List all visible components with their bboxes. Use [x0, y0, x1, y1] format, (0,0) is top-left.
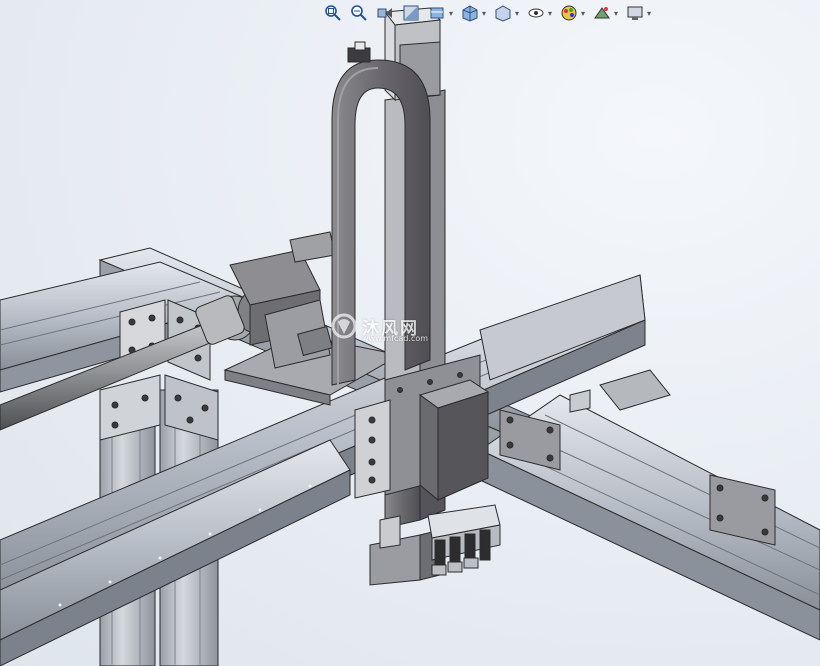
chevron-down-icon[interactable]: ▾ [515, 9, 521, 18]
chevron-down-icon[interactable]: ▾ [449, 9, 455, 18]
previous-view-button[interactable] [374, 3, 396, 23]
hide-show-items-icon [528, 8, 544, 18]
view-orientation-button[interactable] [459, 3, 481, 23]
apply-scene-button[interactable] [591, 3, 613, 23]
edit-appearance-icon [561, 5, 577, 21]
heads-up-view-toolbar: ▾ ▾ ▾ ▾ ▾ ▾ ▾ [322, 2, 653, 24]
graphics-viewport[interactable]: ▾ ▾ ▾ ▾ ▾ ▾ ▾ 沐风网 www.mfcad.com [0, 0, 820, 666]
view-settings-icon [627, 6, 643, 20]
chevron-down-icon[interactable]: ▾ [647, 9, 653, 18]
gripper-valves [427, 504, 501, 576]
section-view-button[interactable] [400, 3, 422, 23]
display-style-button[interactable] [492, 3, 514, 23]
junction-box [418, 379, 490, 502]
view-orientation-icon [462, 5, 478, 22]
view-settings-button[interactable] [624, 3, 646, 23]
apply-scene-icon [594, 7, 610, 19]
zoom-to-fit-button[interactable] [322, 3, 344, 23]
display-style-icon [495, 5, 511, 22]
chevron-down-icon[interactable]: ▾ [614, 9, 620, 18]
chevron-down-icon[interactable]: ▾ [581, 9, 587, 18]
zoom-to-area-icon [351, 5, 367, 21]
previous-view-icon [377, 8, 392, 18]
section-view-icon [403, 5, 419, 21]
dynamic-annotation-views-icon [430, 7, 444, 19]
watermark-url: www.mfcad.com [362, 334, 429, 343]
chevron-down-icon[interactable]: ▾ [548, 9, 554, 18]
hide-show-items-button[interactable] [525, 3, 547, 23]
edit-appearance-button[interactable] [558, 3, 580, 23]
chevron-down-icon[interactable]: ▾ [482, 9, 488, 18]
zoom-to-area-button[interactable] [348, 3, 370, 23]
sensor-bracket [347, 41, 371, 63]
dynamic-annotation-views-button[interactable] [426, 3, 448, 23]
zoom-to-fit-icon [325, 5, 341, 21]
watermark: 沐风网 www.mfcad.com [330, 312, 428, 343]
watermark-logo-icon [331, 313, 357, 339]
